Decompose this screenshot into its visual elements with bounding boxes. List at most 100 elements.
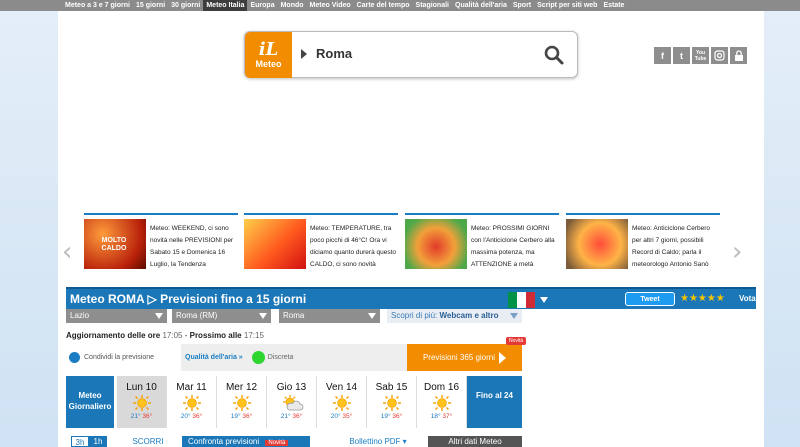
nav-item-30-days[interactable]: 30 giorni [168, 0, 203, 11]
air-quality-indicator [251, 351, 265, 364]
air-quality-link[interactable]: Qualità dell'aria » [185, 354, 243, 361]
search-icon[interactable] [543, 44, 565, 66]
tweet-button[interactable]: Tweet [625, 292, 675, 306]
forecast-day[interactable]: Lun 10 21° 36° [117, 376, 167, 428]
vote-link[interactable]: Vota! [739, 294, 758, 303]
compare-forecast-button[interactable]: Confronta previsioni Novità [182, 436, 310, 447]
forecast-day[interactable]: Sab 15 19° 36° [367, 376, 417, 428]
facebook-icon[interactable]: f [654, 47, 671, 64]
city-select[interactable]: Roma [279, 309, 380, 323]
carousel-next-icon[interactable]: › [732, 237, 742, 267]
rating-stars[interactable]: ★★★★★ [680, 293, 725, 304]
search-input[interactable]: Roma [316, 46, 352, 61]
forecast-day[interactable]: Gio 13 21° 36° [267, 376, 317, 428]
city-select-value: Roma [283, 311, 305, 320]
logo-meteo-text: Meteo [255, 59, 282, 69]
nav-item-europa[interactable]: Europa [247, 0, 277, 11]
tab-3h[interactable]: 3h [71, 436, 89, 447]
ilmeteo-logo[interactable]: iL Meteo [245, 32, 292, 78]
play-arrow-icon [301, 49, 307, 59]
min-temp: 19° [380, 413, 391, 420]
air-quality-box: Qualità dell'aria » Discreta [181, 344, 407, 371]
discover-prefix: Scopri di più: [391, 311, 438, 320]
nav-item-stagionali[interactable]: Stagionali [413, 0, 452, 11]
news-card[interactable]: Meteo: Anticiclone Cerbero per altri 7 g… [566, 213, 720, 275]
lock-icon[interactable] [730, 47, 747, 64]
next-update-label: Prossimo alle [189, 331, 242, 340]
share-forecast-button[interactable]: Condividi la previsione [66, 344, 181, 371]
chevron-down-icon [368, 313, 376, 319]
chevron-down-icon [259, 313, 267, 319]
nav-item-qualita-aria[interactable]: Qualità dell'aria [452, 0, 510, 11]
news-thumb-label: MOLTO CALDO [101, 237, 127, 252]
nav-item-sport[interactable]: Sport [510, 0, 534, 11]
arrow-right-icon [499, 351, 507, 364]
nav-item-15-days[interactable]: 15 giorni [133, 0, 168, 11]
youtube-icon[interactable]: You Tube [692, 47, 709, 64]
day-name: Dom 16 [423, 382, 459, 393]
sun-icon [180, 394, 204, 412]
news-card[interactable]: Meteo: TEMPERATURE, tra poco picchi di 4… [244, 213, 398, 275]
sun-icon [430, 394, 454, 412]
scroll-link[interactable]: SCORRI [128, 436, 168, 447]
new-badge: Novità [265, 440, 289, 446]
nav-item-meteo-italia[interactable]: Meteo Italia [203, 0, 248, 11]
top-nav: Meteo a 3 e 7 giorni 15 giorni 30 giorni… [0, 0, 800, 11]
news-thumbnail [566, 219, 628, 269]
forecast-heading-bar: Meteo ROMA ▷ Previsioni fino a 15 giorni… [66, 287, 758, 309]
chevron-down-icon [155, 313, 163, 319]
italy-flag-icon[interactable] [508, 292, 535, 308]
forecast-day[interactable]: Mer 12 19° 36° [217, 376, 267, 428]
day-temps: 19° 36° [217, 413, 266, 420]
nav-item-carte-del-tempo[interactable]: Carte del tempo [354, 0, 413, 11]
discover-select[interactable]: Scopri di più: Webcam e altro [387, 309, 522, 323]
nav-item-3-7-days[interactable]: Meteo a 3 e 7 giorni [62, 0, 133, 11]
news-text: Meteo: Anticiclone Cerbero per altri 7 g… [632, 225, 711, 268]
until-24-button[interactable]: Fino al 24 [467, 376, 522, 428]
forecast-365-label: Previsioni 365 giorni [422, 353, 496, 362]
news-text: Meteo: TEMPERATURE, tra poco picchi di 4… [310, 225, 397, 268]
forecast-365-button[interactable]: Previsioni 365 giorni [407, 344, 522, 371]
min-temp: 21° [130, 413, 141, 420]
forecast-day[interactable]: Ven 14 20° 35° [317, 376, 367, 428]
instagram-icon[interactable] [711, 47, 728, 64]
max-temp: 36° [292, 413, 303, 420]
page-title: Meteo ROMA ▷ Previsioni fino a 15 giorni [70, 292, 307, 306]
tab-1h[interactable]: 1h [89, 436, 107, 447]
nav-item-estate[interactable]: Estate [600, 0, 627, 11]
logo-il-text: iL [258, 39, 279, 60]
search-bar: iL Meteo Roma [244, 31, 578, 78]
day-name: Mer 12 [225, 382, 258, 393]
day-temps: 20° 35° [317, 413, 366, 420]
region-select[interactable]: Lazio [66, 309, 167, 323]
bulletin-pdf-link[interactable]: Bollettino PDF ▾ [338, 436, 418, 447]
province-select-value: Roma (RM) [176, 311, 218, 320]
province-select[interactable]: Roma (RM) [172, 309, 271, 323]
news-thumbnail: MOLTO CALDO [84, 219, 146, 269]
day-temps: 21° 36° [117, 413, 166, 420]
max-temp: 37° [442, 413, 453, 420]
sun-icon [130, 394, 154, 412]
sun-icon [380, 394, 404, 412]
nav-item-script[interactable]: Script per siti web [534, 0, 600, 11]
day-name: Gio 13 [276, 382, 307, 393]
min-temp: 18° [430, 413, 441, 420]
update-label: Aggiornamento delle ore [66, 331, 161, 340]
chevron-down-icon[interactable] [540, 297, 548, 303]
carousel-prev-icon[interactable]: ‹ [62, 237, 72, 267]
share-label: Condividi la previsione [84, 354, 155, 361]
forecast-day[interactable]: Mar 11 20° 36° [167, 376, 217, 428]
nav-item-mondo[interactable]: Mondo [278, 0, 307, 11]
max-temp: 36° [242, 413, 253, 420]
share-icon [69, 352, 80, 363]
news-thumbnail [244, 219, 306, 269]
news-card[interactable]: MOLTO CALDO Meteo: WEEKEND, ci sono novi… [84, 213, 238, 275]
forecast-day[interactable]: Dom 16 18° 37° [417, 376, 467, 428]
update-time: 17:05 [162, 331, 183, 340]
max-temp: 36° [392, 413, 403, 420]
other-data-button[interactable]: Altri dati Meteo [428, 436, 522, 447]
twitter-icon[interactable]: t [673, 47, 690, 64]
day-name: Lun 10 [126, 382, 157, 393]
nav-item-meteo-video[interactable]: Meteo Video [307, 0, 354, 11]
news-card[interactable]: Meteo: PROSSIMI GIORNI con l'Anticiclone… [405, 213, 559, 275]
